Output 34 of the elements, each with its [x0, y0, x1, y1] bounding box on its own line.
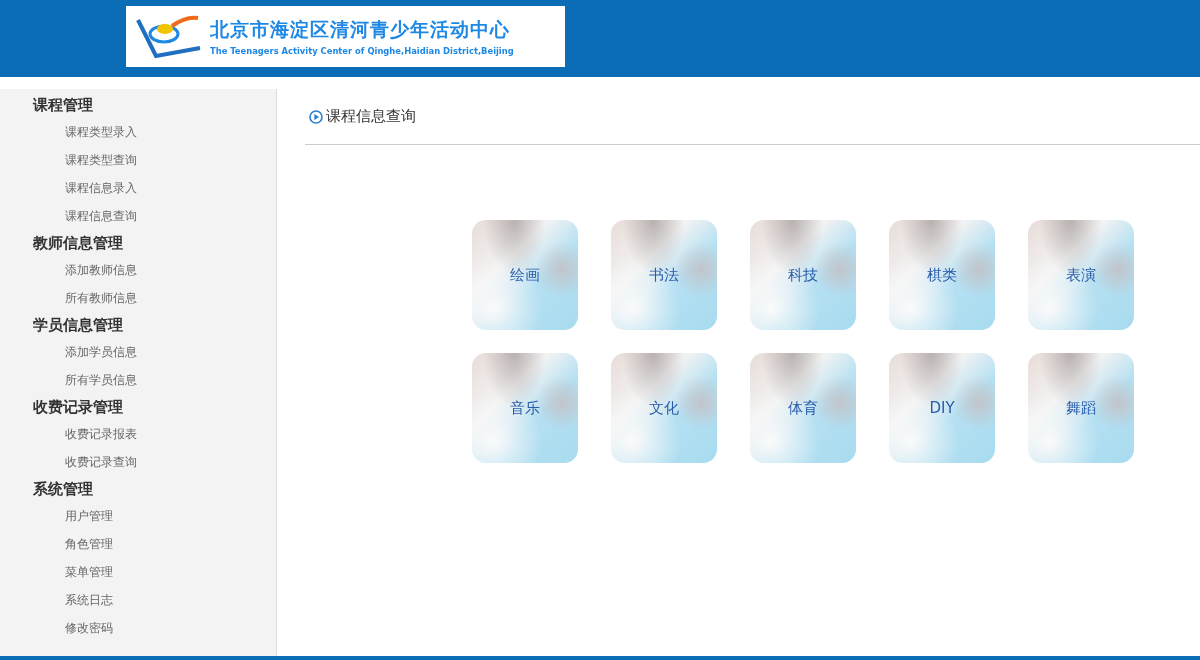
category-tile[interactable]: 舞蹈	[1028, 353, 1134, 463]
menu-group-title[interactable]: 学员信息管理	[0, 312, 276, 338]
logo-title: 北京市海淀区清河青少年活动中心	[210, 17, 511, 42]
menu-item[interactable]: 所有教师信息	[0, 284, 276, 312]
play-icon	[309, 109, 323, 124]
category-tile[interactable]: DIY	[889, 353, 995, 463]
logo-subtitle: The Teenagers Activity Center of Qinghe,Haidian District,Beijing	[210, 46, 514, 56]
menu-item[interactable]: 课程类型录入	[0, 118, 276, 146]
page-title: 课程信息查询	[326, 107, 416, 126]
category-tile[interactable]: 绘画	[472, 220, 578, 330]
menu-item[interactable]: 课程信息录入	[0, 174, 276, 202]
menu-item[interactable]: 用户管理	[0, 502, 276, 530]
category-tile[interactable]: 表演	[1028, 220, 1134, 330]
menu-item[interactable]: 收费记录报表	[0, 420, 276, 448]
category-tile[interactable]: 音乐	[472, 353, 578, 463]
menu-group-title[interactable]: 课程管理	[0, 92, 276, 118]
menu-item[interactable]: 收费记录查询	[0, 448, 276, 476]
menu-item[interactable]: 课程信息查询	[0, 202, 276, 230]
menu-group-title[interactable]: 收费记录管理	[0, 394, 276, 420]
menu-item[interactable]: 系统日志	[0, 586, 276, 614]
menu-group-title[interactable]: 教师信息管理	[0, 230, 276, 256]
category-tile[interactable]: 体育	[750, 353, 856, 463]
category-tile[interactable]: 棋类	[889, 220, 995, 330]
category-tile[interactable]: 书法	[611, 220, 717, 330]
menu-item[interactable]: 课程类型查询	[0, 146, 276, 174]
menu-item[interactable]: 菜单管理	[0, 558, 276, 586]
menu-item[interactable]: 所有学员信息	[0, 366, 276, 394]
menu-item[interactable]: 角色管理	[0, 530, 276, 558]
menu-item[interactable]: 添加学员信息	[0, 338, 276, 366]
menu-item[interactable]: 添加教师信息	[0, 256, 276, 284]
category-tile[interactable]: 科技	[750, 220, 856, 330]
menu-item[interactable]: 修改密码	[0, 614, 276, 642]
menu-group-title[interactable]: 系统管理	[0, 476, 276, 502]
category-tile[interactable]: 文化	[611, 353, 717, 463]
